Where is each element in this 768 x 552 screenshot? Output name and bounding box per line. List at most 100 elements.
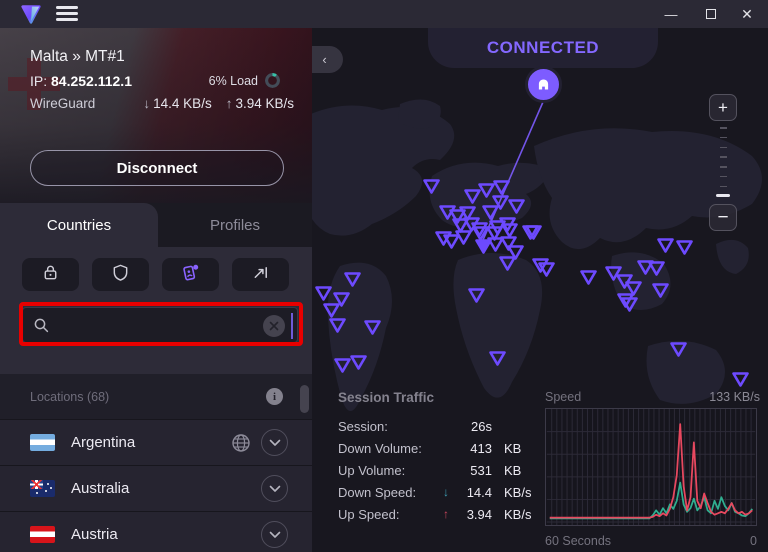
server-pin-icon[interactable] <box>327 316 348 335</box>
globe-icon[interactable] <box>230 432 252 454</box>
session-row: Down Volume:413KB <box>338 437 538 459</box>
flag-austria <box>30 526 55 543</box>
load-label: 6% Load <box>209 74 258 88</box>
server-pin-icon[interactable] <box>362 318 383 337</box>
titlebar: — ✕ <box>0 0 768 28</box>
maximize-button[interactable] <box>694 0 728 28</box>
clear-search-icon[interactable] <box>263 315 285 337</box>
search-input[interactable] <box>22 307 298 343</box>
session-row-value: 26s <box>454 419 496 434</box>
session-row-unit: KB <box>496 463 538 478</box>
hamburger-menu-icon[interactable] <box>56 6 78 22</box>
session-row: Down Speed:↓14.4KB/s <box>338 481 538 503</box>
chevron-down-icon <box>269 439 281 447</box>
tab-profiles[interactable]: Profiles <box>158 203 312 247</box>
server-pin-icon[interactable] <box>530 256 551 275</box>
expand-country-button[interactable] <box>261 429 288 456</box>
server-pin-icon[interactable] <box>421 177 442 196</box>
server-pin-icon[interactable] <box>578 268 599 287</box>
search-wrap <box>22 307 298 343</box>
list-scrollbar-thumb[interactable] <box>300 385 309 413</box>
country-name: Austria <box>71 526 118 543</box>
session-row: Session: 26s <box>338 415 538 437</box>
country-row-austria[interactable]: Austria <box>0 511 312 552</box>
ip-label: IP: <box>30 73 47 89</box>
search-caret <box>291 313 293 339</box>
filter-button-netshield-shield[interactable] <box>92 258 149 291</box>
server-load: 6% Load <box>209 73 280 88</box>
up-arrow-icon: ↑ <box>438 507 454 521</box>
info-icon[interactable]: i <box>266 388 283 405</box>
streaming-icon <box>180 263 201 287</box>
minimize-button[interactable]: — <box>654 0 688 28</box>
speed-chart <box>545 408 757 526</box>
server-name: Malta » MT#1 <box>30 48 125 66</box>
filter-button-secure-core-lock[interactable] <box>22 258 79 291</box>
down-arrow-icon: ↓ <box>143 96 150 111</box>
netshield-shield-icon <box>111 263 130 287</box>
load-ring-icon <box>265 73 280 88</box>
tab-countries[interactable]: Countries <box>0 203 158 247</box>
expand-country-button[interactable] <box>261 521 288 548</box>
map-zoom-in-button[interactable]: + <box>709 94 737 121</box>
flag-argentina <box>30 434 55 451</box>
chevron-down-icon <box>269 485 281 493</box>
expand-country-button[interactable] <box>261 475 288 502</box>
search-icon <box>33 317 50 334</box>
server-ip: IP: 84.252.112.1 <box>30 73 132 89</box>
server-pin-icon[interactable] <box>523 223 544 242</box>
country-row-argentina[interactable]: Argentina <box>0 419 312 465</box>
collapse-sidebar-button[interactable]: ‹ <box>312 46 343 73</box>
session-row-unit: KB <box>496 441 538 456</box>
filter-button-p2p-arrow[interactable] <box>232 258 289 291</box>
country-name: Argentina <box>71 434 135 451</box>
connection-header: Malta » MT#1 IP: 84.252.112.1 6% Load Wi… <box>0 28 312 203</box>
disconnect-button[interactable]: Disconnect <box>30 150 284 186</box>
app-window: — ✕ Malta » MT#1 IP: 84.252.112.1 6% Loa… <box>0 0 768 552</box>
server-pin-icon[interactable] <box>497 254 518 273</box>
session-row-label: Up Volume: <box>338 463 438 478</box>
session-row-value: 14.4 <box>454 485 496 500</box>
server-pin-icon[interactable] <box>466 286 487 305</box>
map-zoom-scale <box>718 127 728 197</box>
session-row-value: 413 <box>454 441 496 456</box>
protocol-row: WireGuard ↓14.4 KB/s ↑3.94 KB/s <box>30 96 294 111</box>
session-row-value: 531 <box>454 463 496 478</box>
server-pin-icon[interactable] <box>674 238 695 257</box>
server-pin-icon[interactable] <box>342 270 363 289</box>
home-location-marker[interactable] <box>525 66 562 103</box>
filter-row <box>22 258 290 291</box>
session-row-label: Down Speed: <box>338 485 438 500</box>
country-name: Australia <box>71 480 129 497</box>
active-server-pin-icon[interactable] <box>473 237 494 256</box>
session-row-label: Session: <box>338 419 438 434</box>
map-zoom-handle[interactable] <box>716 194 730 197</box>
server-pin-icon[interactable] <box>619 295 640 314</box>
session-row: Up Volume: 531KB <box>338 459 538 481</box>
country-row-australia[interactable]: Australia <box>0 465 312 511</box>
country-list: Argentina Australia Austria <box>0 419 312 552</box>
flag-australia <box>30 480 55 497</box>
speed-chart-panel: Speed 133 KB/s 60 Seconds 0 <box>545 390 760 548</box>
server-pin-icon[interactable] <box>348 353 369 372</box>
server-pin-icon[interactable] <box>655 236 676 255</box>
down-arrow-icon: ↓ <box>438 485 454 499</box>
map-zoom-out-button[interactable]: − <box>709 204 737 231</box>
server-pin-icon[interactable] <box>730 370 751 389</box>
countries-panel: Locations (68) i ArgentinaAustraliaAustr… <box>0 247 312 552</box>
server-pin-icon[interactable] <box>646 259 667 278</box>
session-row-unit: KB/s <box>496 507 538 522</box>
sidebar: Malta » MT#1 IP: 84.252.112.1 6% Load Wi… <box>0 28 312 552</box>
protocol-label: WireGuard <box>30 96 95 111</box>
xaxis-right-label: 0 <box>750 534 757 548</box>
map-panel: CONNECTED ‹ + − Session Traffic Session:… <box>312 28 768 552</box>
server-pin-icon[interactable] <box>668 340 689 359</box>
speed-series-download <box>550 424 753 517</box>
server-pin-icon[interactable] <box>650 281 671 300</box>
server-pin-icon[interactable] <box>487 349 508 368</box>
up-arrow-icon: ↑ <box>226 96 233 111</box>
close-button[interactable]: ✕ <box>730 0 764 28</box>
xaxis-left-label: 60 Seconds <box>545 534 611 548</box>
server-pin-icon[interactable] <box>506 197 527 216</box>
filter-button-streaming[interactable] <box>162 258 219 291</box>
